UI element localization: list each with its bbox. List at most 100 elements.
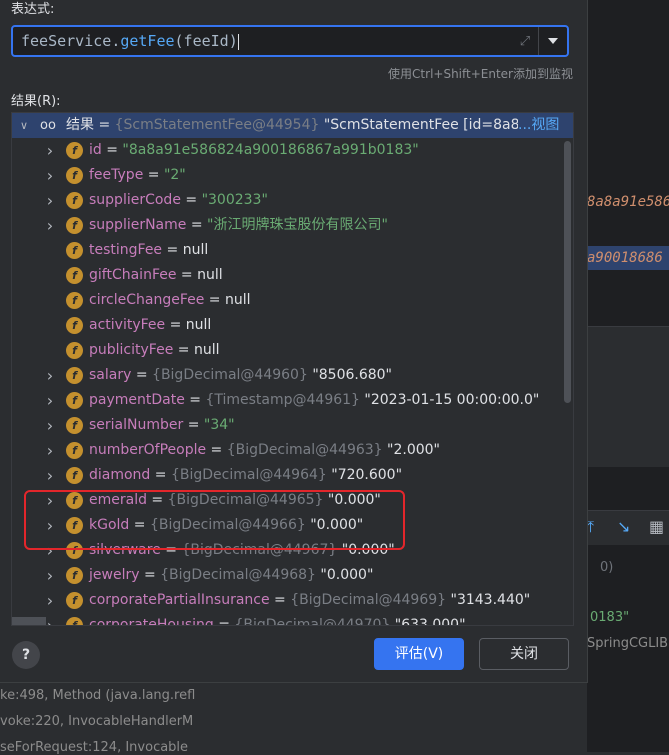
expand-editor-icon[interactable]: ⤢ <box>517 34 533 50</box>
chevron-right-icon[interactable]: › <box>44 138 56 163</box>
tree-row[interactable]: › f corporateHousing = {BigDecimal@44970} … <box>12 613 562 626</box>
history-dropdown-button[interactable] <box>538 27 567 55</box>
chevron-right-icon[interactable]: › <box>44 163 56 188</box>
tree-row[interactable]: f giftChainFee = null <box>12 263 562 288</box>
field-ref: {BigDecimal@44960} <box>152 367 308 383</box>
tree-row[interactable]: › f diamond = {BigDecimal@44964} "720.600" <box>12 463 562 488</box>
field-icon: f <box>66 417 83 434</box>
equals-sign: = <box>162 242 183 258</box>
equals-sign: = <box>131 367 153 383</box>
field-value: "300233" <box>201 192 268 208</box>
step-into-icon[interactable]: ⤒ <box>587 517 594 537</box>
expr-args: (feeId) <box>174 32 238 50</box>
table-icon[interactable]: ▦ <box>649 517 664 536</box>
chevron-right-icon[interactable]: › <box>44 413 56 438</box>
field-value: null <box>197 267 223 283</box>
field-value: null <box>193 342 220 358</box>
chevron-right-icon[interactable]: › <box>44 438 56 463</box>
root-eq: = <box>94 117 115 133</box>
field-value: "720.600" <box>331 467 403 483</box>
horizontal-scrollbar[interactable] <box>12 617 46 625</box>
field-name: testingFee <box>89 242 163 258</box>
field-name: publicityFee <box>89 342 174 358</box>
help-button[interactable]: ? <box>12 641 40 669</box>
equals-sign: = <box>183 417 204 433</box>
background-text: SpringCGLIB <box>587 636 669 651</box>
equals-sign: = <box>269 592 291 608</box>
expr-method: getFee <box>120 32 175 50</box>
expression-input[interactable]: feeService.getFee(feeId) ⤢ <box>11 25 569 57</box>
chevron-right-icon[interactable]: › <box>44 463 56 488</box>
field-value: "3143.440" <box>450 592 531 608</box>
tree-row[interactable]: › f id = "8a8a91e586824a900186867a991b0183… <box>12 138 562 163</box>
chevron-right-icon[interactable]: › <box>44 588 56 613</box>
close-button[interactable]: 关闭 <box>479 638 569 670</box>
tree-row[interactable]: › f paymentDate = {Timestamp@44961} "2023-… <box>12 388 562 413</box>
equals-sign: = <box>150 467 171 483</box>
tree-row[interactable]: › f serialNumber = "34" <box>12 413 562 438</box>
chevron-right-icon[interactable]: › <box>44 188 56 213</box>
field-name: feeType <box>89 167 144 183</box>
tree-row[interactable]: › f jewelry = {BigDecimal@44968} "0.000" <box>12 563 562 588</box>
evaluate-button[interactable]: 评估(V) <box>374 638 464 670</box>
tree-row[interactable]: › f numberOfPeople = {BigDecimal@44963} "2… <box>12 438 562 463</box>
chevron-right-icon[interactable]: › <box>44 563 56 588</box>
field-name: corporateHousing <box>89 617 214 626</box>
field-icon: f <box>66 617 83 625</box>
vertical-scrollbar[interactable] <box>564 141 571 403</box>
result-root-row-content[interactable]: ∨ oo 结果 = {ScmStatementFee@44954} "ScmSt… <box>12 113 562 138</box>
root-label: 结果 <box>66 117 94 133</box>
field-icon: f <box>66 442 83 459</box>
field-name: diamond <box>89 467 151 483</box>
field-icon: f <box>66 567 83 584</box>
tree-row[interactable]: f circleChangeFee = null <box>12 288 562 313</box>
field-ref: {BigDecimal@44969} <box>290 592 447 608</box>
red-annotation-box <box>24 490 405 550</box>
equals-sign: = <box>180 192 202 208</box>
field-icon: f <box>66 267 83 284</box>
field-name: numberOfPeople <box>89 442 207 458</box>
result-label: 结果(R): <box>11 94 61 109</box>
tree-row[interactable]: › f feeType = "2" <box>12 163 562 188</box>
tree-row[interactable]: › f supplierCode = "300233" <box>12 188 562 213</box>
field-name: salary <box>89 367 132 383</box>
expr-dot: . <box>111 32 121 50</box>
field-value: "0.000" <box>320 567 374 583</box>
chevron-right-icon[interactable]: › <box>44 213 56 238</box>
equals-sign: = <box>213 617 235 626</box>
expression-label: 表达式: <box>11 2 55 17</box>
root-value: "ScmStatementFee [id=8a8a <box>319 117 529 133</box>
view-link[interactable]: ...视图 <box>518 113 560 138</box>
chevron-right-icon[interactable]: › <box>44 388 56 413</box>
tree-row[interactable]: › f supplierName = "浙江明牌珠宝股份有限公司" <box>12 213 562 238</box>
field-name: jewelry <box>89 567 140 583</box>
field-icon: f <box>66 167 83 184</box>
tree-row[interactable]: f publicityFee = null <box>12 338 562 363</box>
step-cursor-icon[interactable]: ↘ <box>617 517 630 536</box>
field-value: "34" <box>203 417 235 433</box>
equals-sign: = <box>139 567 161 583</box>
equals-sign: = <box>176 267 198 283</box>
field-ref: {BigDecimal@44963} <box>226 442 383 458</box>
tree-row[interactable]: › f salary = {BigDecimal@44960} "8506.680" <box>12 363 562 388</box>
tree-row[interactable]: › f corporatePartialInsurance = {BigDecima… <box>12 588 562 613</box>
field-icon: f <box>66 217 83 234</box>
equals-sign: = <box>184 392 206 408</box>
tree-row[interactable]: f activityFee = null <box>12 313 562 338</box>
field-value: null <box>225 292 251 308</box>
stack-frame[interactable]: ke:498, Method (java.lang.refl <box>0 688 213 703</box>
field-value: "8a8a91e586824a900186867a991b0183" <box>122 142 419 158</box>
field-icon: f <box>66 342 83 359</box>
equals-sign: = <box>143 167 164 183</box>
stack-frame[interactable]: voke:220, InvocableHandlerM <box>0 714 213 729</box>
chevron-down-icon[interactable]: ∨ <box>18 113 30 138</box>
expr-object: feeService <box>21 32 112 50</box>
field-ref: {Timestamp@44961} <box>205 392 360 408</box>
chevron-right-icon[interactable]: › <box>44 363 56 388</box>
field-name: corporatePartialInsurance <box>89 592 270 608</box>
expression-text[interactable]: feeService.getFee(feeId) <box>21 32 239 50</box>
field-value: "2.000" <box>387 442 440 458</box>
stack-frame[interactable]: seForRequest:124, Invocable <box>0 740 213 755</box>
background-code-line-selected: a90018686 <box>587 246 669 270</box>
tree-row[interactable]: f testingFee = null <box>12 238 562 263</box>
